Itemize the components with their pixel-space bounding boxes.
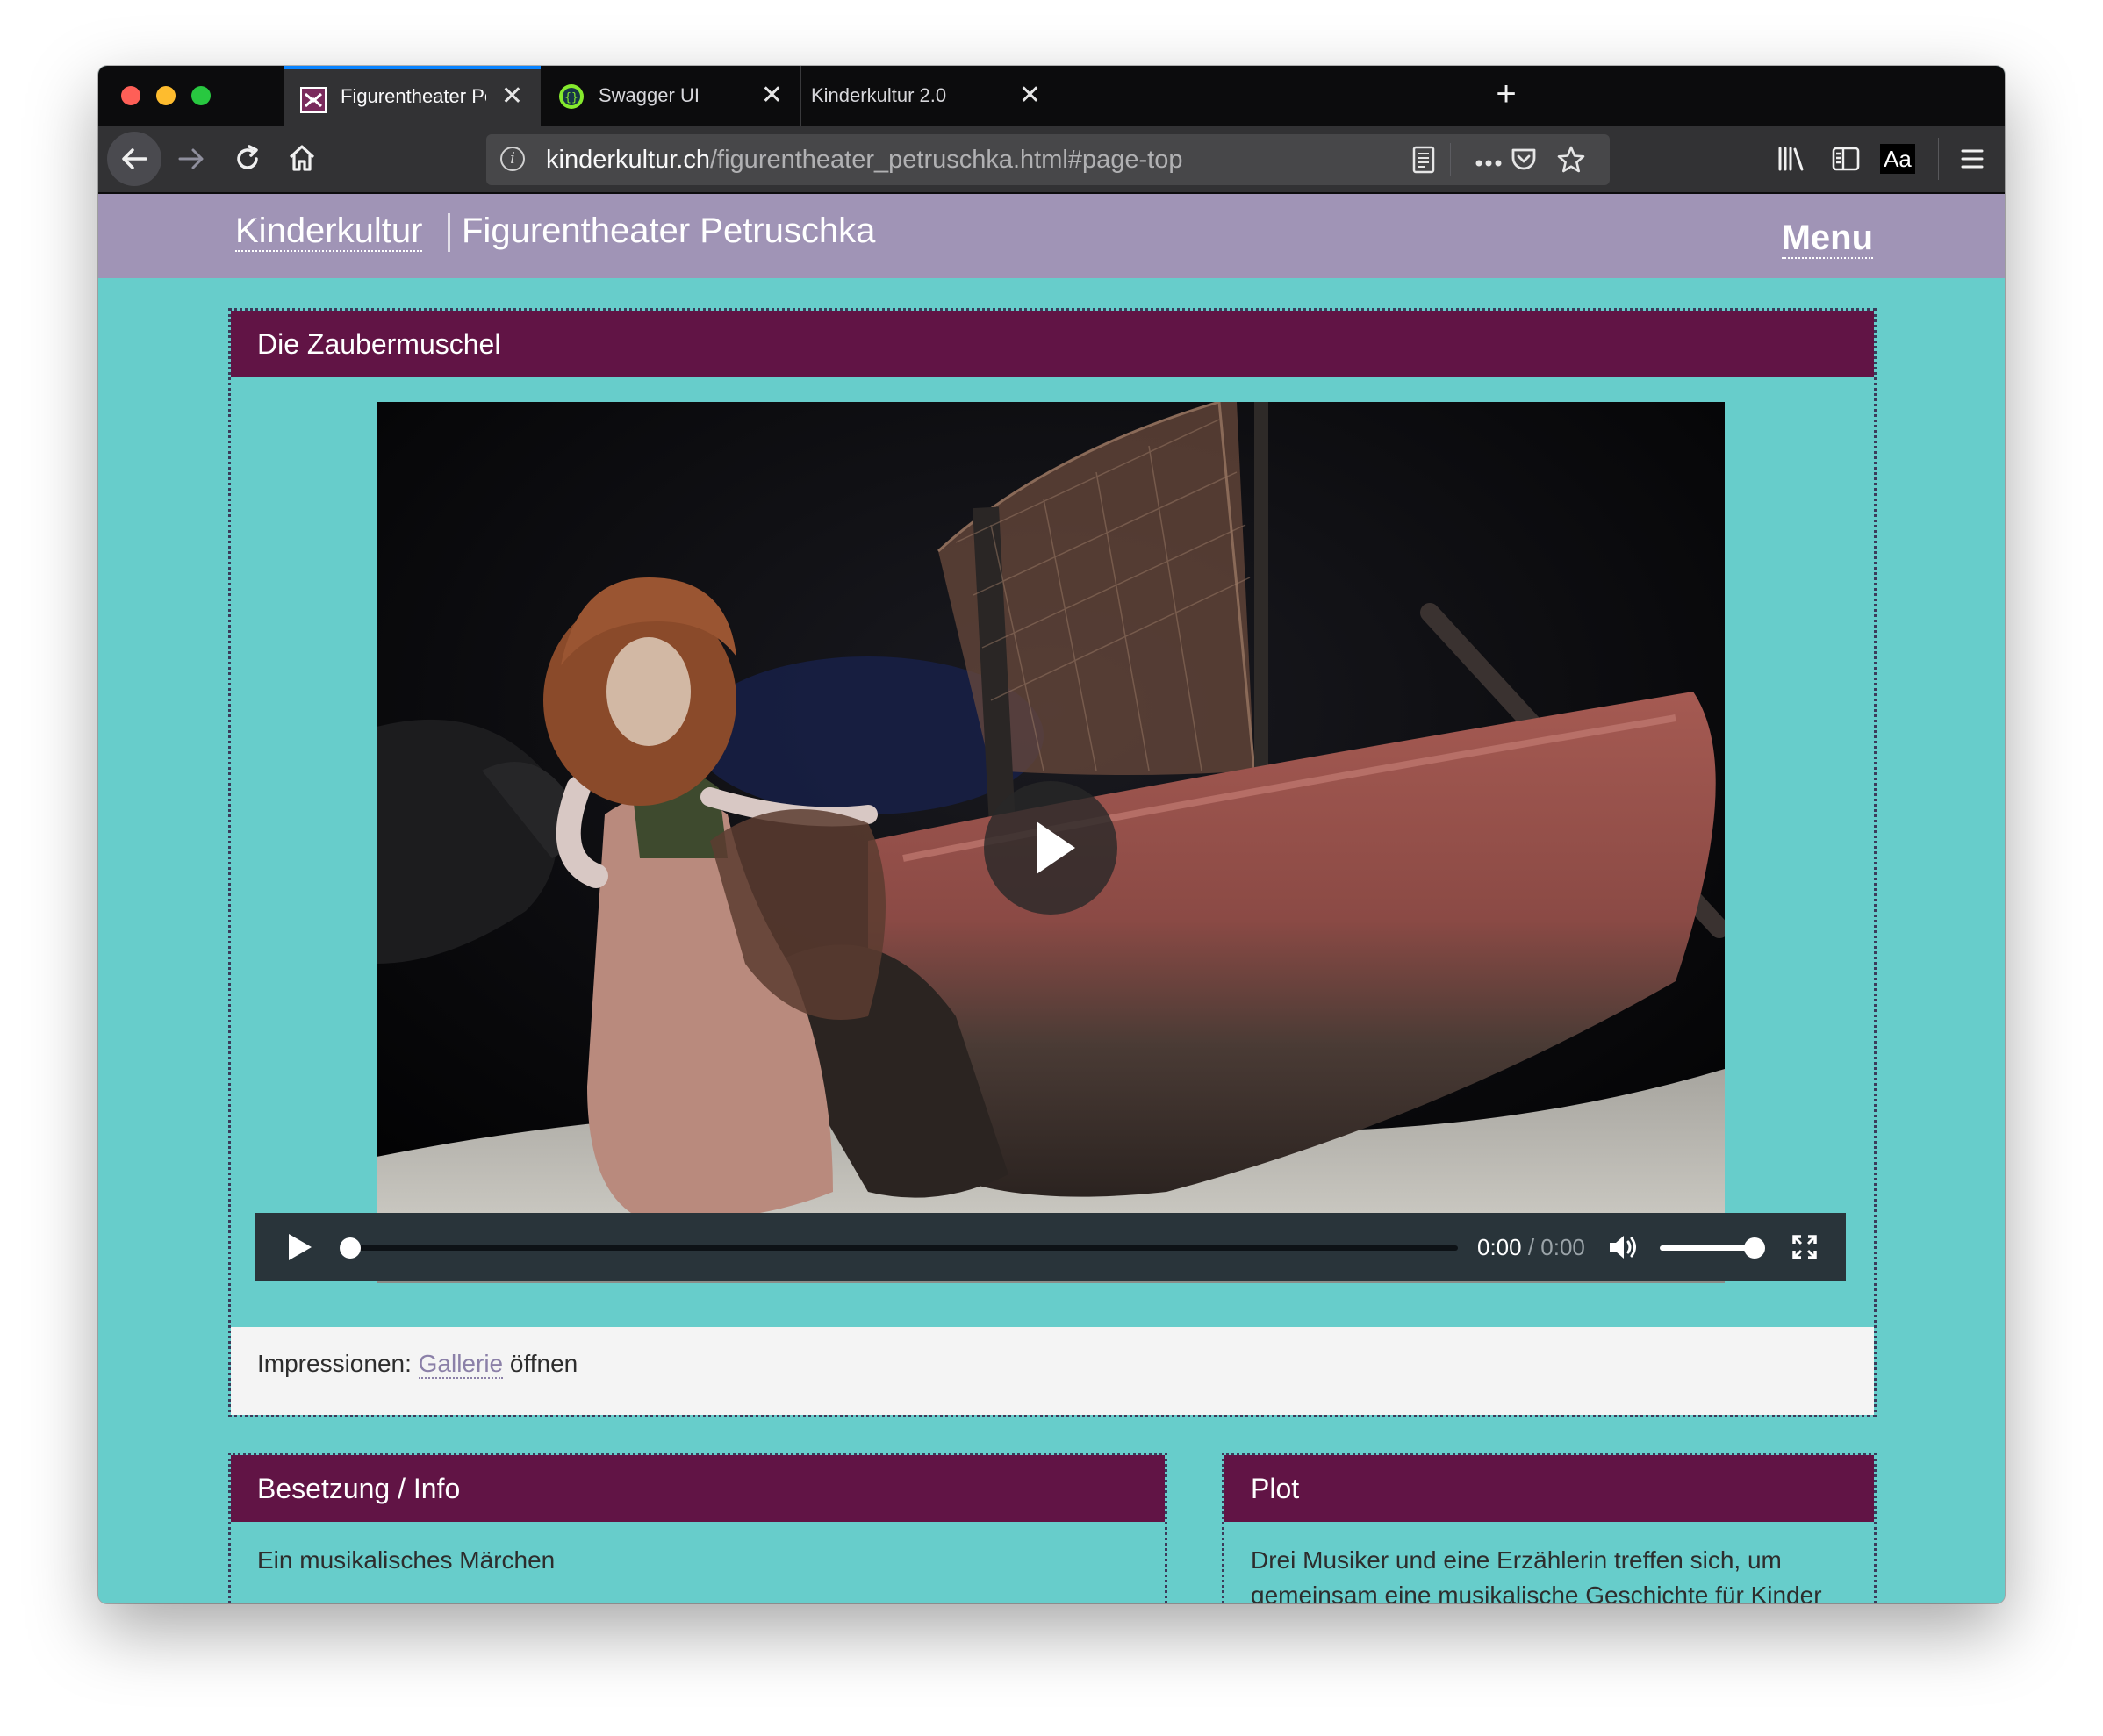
duration: 0:00 — [1540, 1234, 1585, 1260]
puppet-theater-favicon-icon — [300, 87, 327, 113]
info-panel: Besetzung / Info Ein musikalisches Märch… — [228, 1453, 1167, 1603]
gallery-caption: Impressionen: Gallerie öffnen — [231, 1327, 1874, 1415]
page-actions-button[interactable] — [1469, 134, 1508, 185]
tab-kinderkultur[interactable]: Kinderkultur 2.0 ✕ — [802, 66, 1059, 126]
close-tab-icon[interactable]: ✕ — [501, 69, 523, 124]
reload-button[interactable] — [221, 133, 274, 185]
tab-title: Figurentheater Petruschka, Pav — [341, 85, 486, 107]
video-controls: 0:00 / 0:00 — [255, 1213, 1846, 1281]
reader-font-button[interactable]: Aa — [1880, 136, 1915, 182]
arrow-right-icon — [178, 148, 204, 169]
navigation-bar: i kinderkultur.ch/figurentheater_petrusc… — [98, 126, 2005, 194]
reader-font-label: Aa — [1880, 144, 1915, 174]
plot-panel: Plot Drei Musiker und eine Erzählerin tr… — [1222, 1453, 1877, 1603]
url-path: /figurentheater_petruschka.html#page-top — [710, 146, 1183, 174]
caption-suffix: öffnen — [503, 1350, 578, 1377]
url-text[interactable]: kinderkultur.ch/figurentheater_petruschk… — [546, 134, 1182, 185]
time-display: 0:00 / 0:00 — [1477, 1213, 1585, 1281]
site-subtitle: Figurentheater Petruschka — [462, 212, 876, 250]
address-bar[interactable]: i kinderkultur.ch/figurentheater_petrusc… — [486, 134, 1610, 185]
brand-link[interactable]: Kinderkultur — [235, 212, 423, 252]
more-dots-icon — [1475, 160, 1502, 167]
close-tab-icon[interactable]: ✕ — [1019, 66, 1041, 126]
volume-handle[interactable] — [1744, 1237, 1765, 1259]
new-tab-button[interactable]: + — [1483, 66, 1529, 126]
gallery-link[interactable]: Gallerie — [418, 1350, 504, 1379]
caption-prefix: Impressionen: — [257, 1350, 419, 1377]
plot-panel-heading: Plot — [1224, 1455, 1874, 1522]
app-menu-button[interactable] — [1952, 136, 1992, 182]
swagger-favicon-icon: {} — [559, 84, 584, 109]
pocket-button[interactable] — [1504, 134, 1543, 185]
svg-text:{}: {} — [564, 91, 578, 104]
minimize-window-button[interactable] — [156, 86, 176, 105]
plot-panel-text: Drei Musiker und eine Erzählerin treffen… — [1251, 1546, 1822, 1603]
back-button[interactable] — [107, 132, 161, 186]
tab-swagger[interactable]: {} Swagger UI ✕ — [542, 66, 800, 126]
sidebar-icon — [1832, 147, 1860, 171]
seek-bar[interactable] — [350, 1245, 1458, 1251]
tab-title: Swagger UI — [599, 84, 700, 106]
library-button[interactable] — [1771, 136, 1812, 182]
time-separator: / — [1521, 1234, 1541, 1260]
close-tab-icon[interactable]: ✕ — [761, 66, 783, 126]
site-header: Kinderkultur Figurentheater Petruschka M… — [98, 194, 2005, 278]
site-info-icon[interactable]: i — [500, 147, 525, 171]
current-time: 0:00 — [1477, 1234, 1522, 1260]
tab-bar: Figurentheater Petruschka, Pav ✕ {} Swag… — [98, 66, 2005, 126]
volume-icon[interactable] — [1607, 1232, 1642, 1262]
play-icon — [1037, 821, 1075, 874]
forward-button[interactable] — [165, 133, 218, 185]
hamburger-menu-icon — [1961, 149, 1984, 169]
bookmark-star-button[interactable] — [1552, 134, 1590, 185]
video-player[interactable] — [377, 402, 1725, 1283]
close-window-button[interactable] — [121, 86, 140, 105]
fullscreen-icon[interactable] — [1791, 1234, 1818, 1260]
play-button[interactable] — [289, 1234, 312, 1260]
tab-divider — [800, 66, 801, 126]
big-play-button[interactable] — [984, 781, 1117, 915]
arrow-left-icon — [122, 148, 147, 169]
tab-figurentheater[interactable]: Figurentheater Petruschka, Pav ✕ — [284, 66, 541, 126]
info-panel-heading: Besetzung / Info — [231, 1455, 1165, 1522]
volume-slider[interactable] — [1660, 1245, 1756, 1251]
library-icon — [1778, 147, 1804, 171]
reader-view-button[interactable] — [1404, 134, 1443, 185]
info-panel-text: Ein musikalisches Märchen — [257, 1546, 556, 1574]
star-icon — [1557, 146, 1585, 173]
brand-separator — [448, 213, 450, 252]
browser-window: Figurentheater Petruschka, Pav ✕ {} Swag… — [98, 66, 2005, 1603]
sidebar-toggle-button[interactable] — [1826, 136, 1866, 182]
home-button[interactable] — [276, 133, 328, 185]
video-panel-heading: Die Zaubermuschel — [231, 311, 1874, 377]
pocket-icon — [1511, 148, 1536, 170]
reload-icon — [237, 145, 258, 169]
url-host: kinderkultur.ch — [546, 146, 710, 174]
menu-link[interactable]: Menu — [1781, 219, 1873, 259]
reader-view-icon — [1412, 146, 1435, 174]
video-panel: Die Zaubermuschel 0:00 / 0:00 Impression… — [228, 308, 1877, 1417]
url-divider — [1450, 143, 1451, 176]
page-content: Kinderkultur Figurentheater Petruschka M… — [98, 194, 2005, 1603]
toolbar-divider — [1938, 138, 1939, 180]
seek-handle[interactable] — [340, 1237, 361, 1259]
maximize-window-button[interactable] — [191, 86, 211, 105]
home-icon — [289, 145, 315, 171]
tab-title: Kinderkultur 2.0 — [811, 84, 947, 106]
